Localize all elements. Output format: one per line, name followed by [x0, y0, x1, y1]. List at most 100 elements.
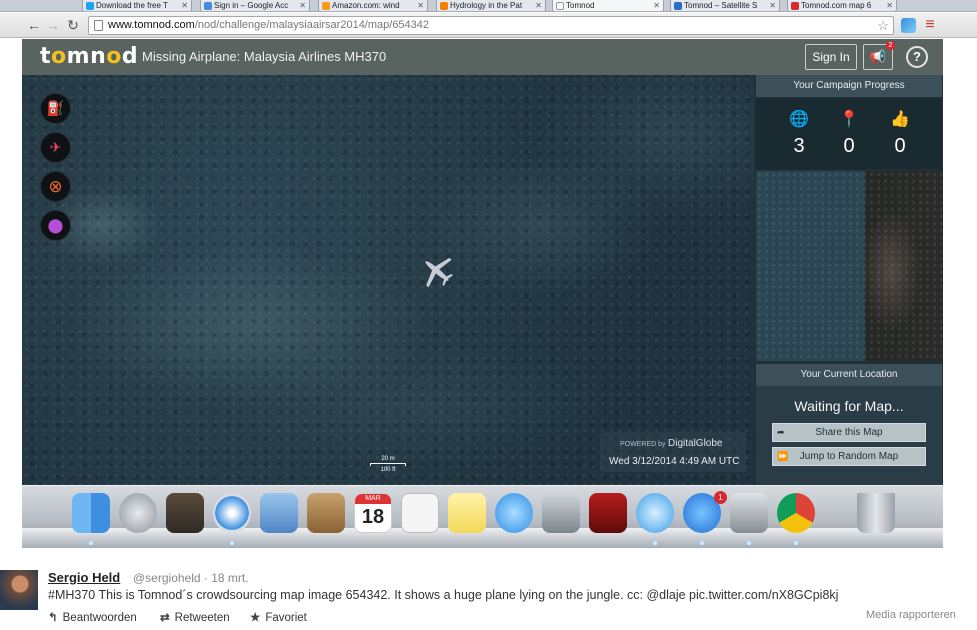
- overview-minimap[interactable]: [756, 171, 942, 361]
- calendar-day: 18: [361, 506, 385, 528]
- tab-title: Tomnod: [566, 1, 595, 10]
- photo-booth-icon[interactable]: [589, 493, 627, 533]
- browser-tab[interactable]: Tomnod.com map 6 ✕: [787, 0, 897, 11]
- bookmark-star-icon[interactable]: ☆: [877, 17, 889, 34]
- url-path: /nod/challenge/malaysiaairsar2014/map/65…: [194, 19, 430, 31]
- trash-icon[interactable]: [857, 493, 895, 533]
- stat-value: 3: [793, 135, 805, 157]
- fuel-tool-icon[interactable]: ⛽: [40, 93, 71, 124]
- messages-icon[interactable]: [495, 493, 533, 533]
- close-icon[interactable]: ✕: [181, 0, 188, 11]
- stat-value: 0: [894, 135, 906, 157]
- author-handle[interactable]: @sergioheld · 18 mrt.: [133, 571, 249, 585]
- wreckage-tool-icon[interactable]: ✈: [40, 132, 71, 163]
- close-icon[interactable]: ✕: [769, 0, 776, 11]
- location-pin-tool-icon[interactable]: ⬤: [40, 210, 71, 241]
- contacts-icon[interactable]: [307, 493, 345, 533]
- scale-feet: 100 ft: [380, 467, 396, 473]
- favorite-button[interactable]: ★ Favoriet: [250, 610, 307, 624]
- browser-tab[interactable]: Tomnod – Satellite S ✕: [670, 0, 780, 11]
- facetime-icon[interactable]: [542, 493, 580, 533]
- retweet-button[interactable]: ⇄ Retweeten: [160, 610, 230, 624]
- help-button[interactable]: ?: [906, 46, 928, 68]
- menu-icon[interactable]: ≡: [922, 17, 938, 33]
- extension-icon[interactable]: [901, 18, 916, 33]
- reply-button[interactable]: ↰ Beantwoorden: [48, 610, 137, 624]
- calendar-icon[interactable]: MAR 18: [354, 493, 392, 533]
- tomnod-logo[interactable]: tomnod: [40, 44, 138, 69]
- back-arrow-icon[interactable]: ←: [26, 17, 42, 33]
- stat-agreements: 👍 0: [880, 109, 920, 158]
- browser-tab[interactable]: Hydrology in the Pat ✕: [436, 0, 546, 11]
- google-icon: [204, 2, 212, 10]
- launchpad-icon[interactable]: [119, 493, 157, 533]
- tomnod-icon: [674, 2, 682, 10]
- itunes-icon[interactable]: [636, 493, 674, 533]
- browser-toolbar: ← → ↻ www.tomnod.com/nod/challenge/malay…: [0, 13, 977, 38]
- capture-date: Wed 3/12/2014 4:49 AM UTC: [609, 456, 740, 467]
- close-icon[interactable]: ✕: [653, 0, 660, 11]
- retweet-icon: ⇄: [160, 612, 170, 624]
- tweet: Sergio Held @sergioheld · 18 mrt. #MH370…: [0, 548, 977, 630]
- app-header: tomnod Missing Airplane: Malaysia Airlin…: [22, 39, 943, 75]
- tab-title: Hydrology in the Pat: [450, 1, 523, 10]
- forward-arrow-icon[interactable]: →: [45, 17, 61, 33]
- provider-name: DigitalGlobe: [668, 438, 723, 449]
- chrome-icon[interactable]: [777, 493, 815, 533]
- tomnod-icon: [791, 2, 799, 10]
- reminders-icon[interactable]: [401, 493, 439, 533]
- close-icon[interactable]: ✕: [417, 0, 424, 11]
- tab-title: Amazon.com: wind: [332, 1, 400, 10]
- browser-tab[interactable]: Amazon.com: wind ✕: [318, 0, 428, 11]
- page-icon: [94, 20, 103, 31]
- running-indicator: [794, 541, 798, 545]
- plane-sighting: [425, 257, 453, 288]
- mail-icon[interactable]: [260, 493, 298, 533]
- scale-meters: 20 m: [381, 456, 395, 462]
- location-pin-icon: 📍: [839, 111, 859, 128]
- thumbs-up-icon: 👍: [890, 111, 910, 128]
- tweet-text: #MH370 This is Tomnod´s crowdsourcing ma…: [48, 588, 839, 602]
- app-store-badge: 1: [714, 491, 727, 504]
- share-arrow-icon: ➦: [777, 427, 785, 437]
- browser-tab[interactable]: Sign in – Google Acc ✕: [200, 0, 310, 11]
- running-indicator: [653, 541, 657, 545]
- browser-tab[interactable]: Download the free T ✕: [82, 0, 192, 11]
- close-icon[interactable]: ✕: [535, 0, 542, 11]
- fast-forward-icon: ⏩: [777, 451, 789, 461]
- side-panel: Your Campaign Progress 🌐 3 📍 0 👍 0 Your …: [754, 75, 943, 485]
- star-icon: ★: [250, 612, 261, 624]
- share-map-button[interactable]: ➦ Share this Map: [772, 423, 926, 442]
- address-bar[interactable]: www.tomnod.com/nod/challenge/malaysiaair…: [88, 16, 894, 35]
- page-icon: [556, 2, 564, 10]
- sign-in-button[interactable]: Sign In: [805, 44, 857, 70]
- satellite-map[interactable]: ⛽ ✈ ⊗ ⬤ 20 m 100 ft POWERED by DigitalGl…: [22, 75, 754, 485]
- system-preferences-icon[interactable]: [730, 493, 768, 533]
- browser-tab-active[interactable]: Tomnod ✕: [552, 0, 664, 11]
- tab-title: Download the free T: [96, 1, 168, 10]
- url-host: www.tomnod.com: [108, 19, 195, 31]
- powered-by-label: POWERED by: [620, 441, 666, 448]
- close-icon[interactable]: ✕: [299, 0, 306, 11]
- notes-icon[interactable]: [448, 493, 486, 533]
- reload-icon[interactable]: ↻: [65, 17, 81, 33]
- image-capture-icon[interactable]: [166, 493, 204, 533]
- jump-random-map-button[interactable]: ⏩ Jump to Random Map: [772, 447, 926, 466]
- running-indicator: [230, 541, 234, 545]
- close-icon[interactable]: ✕: [886, 0, 893, 11]
- page-title: Missing Airplane: Malaysia Airlines MH37…: [142, 49, 387, 64]
- globe-icon: 🌐: [789, 111, 809, 128]
- campaign-stats: 🌐 3 📍 0 👍 0: [756, 99, 942, 169]
- stat-tags: 📍 0: [829, 109, 869, 158]
- blogger-icon: [440, 2, 448, 10]
- finder-icon[interactable]: [72, 493, 110, 533]
- screenshot: Download the free T ✕ Sign in – Google Ac…: [0, 0, 977, 630]
- tab-title: Sign in – Google Acc: [214, 1, 289, 10]
- author-name[interactable]: Sergio Held: [48, 570, 120, 585]
- avatar[interactable]: [0, 570, 38, 610]
- running-indicator: [747, 541, 751, 545]
- oil-slick-tool-icon[interactable]: ⊗: [40, 171, 71, 202]
- report-media-link[interactable]: Media rapporteren: [866, 609, 956, 621]
- safari-icon[interactable]: [213, 493, 251, 533]
- mac-dock: MAR 18 1: [22, 485, 943, 548]
